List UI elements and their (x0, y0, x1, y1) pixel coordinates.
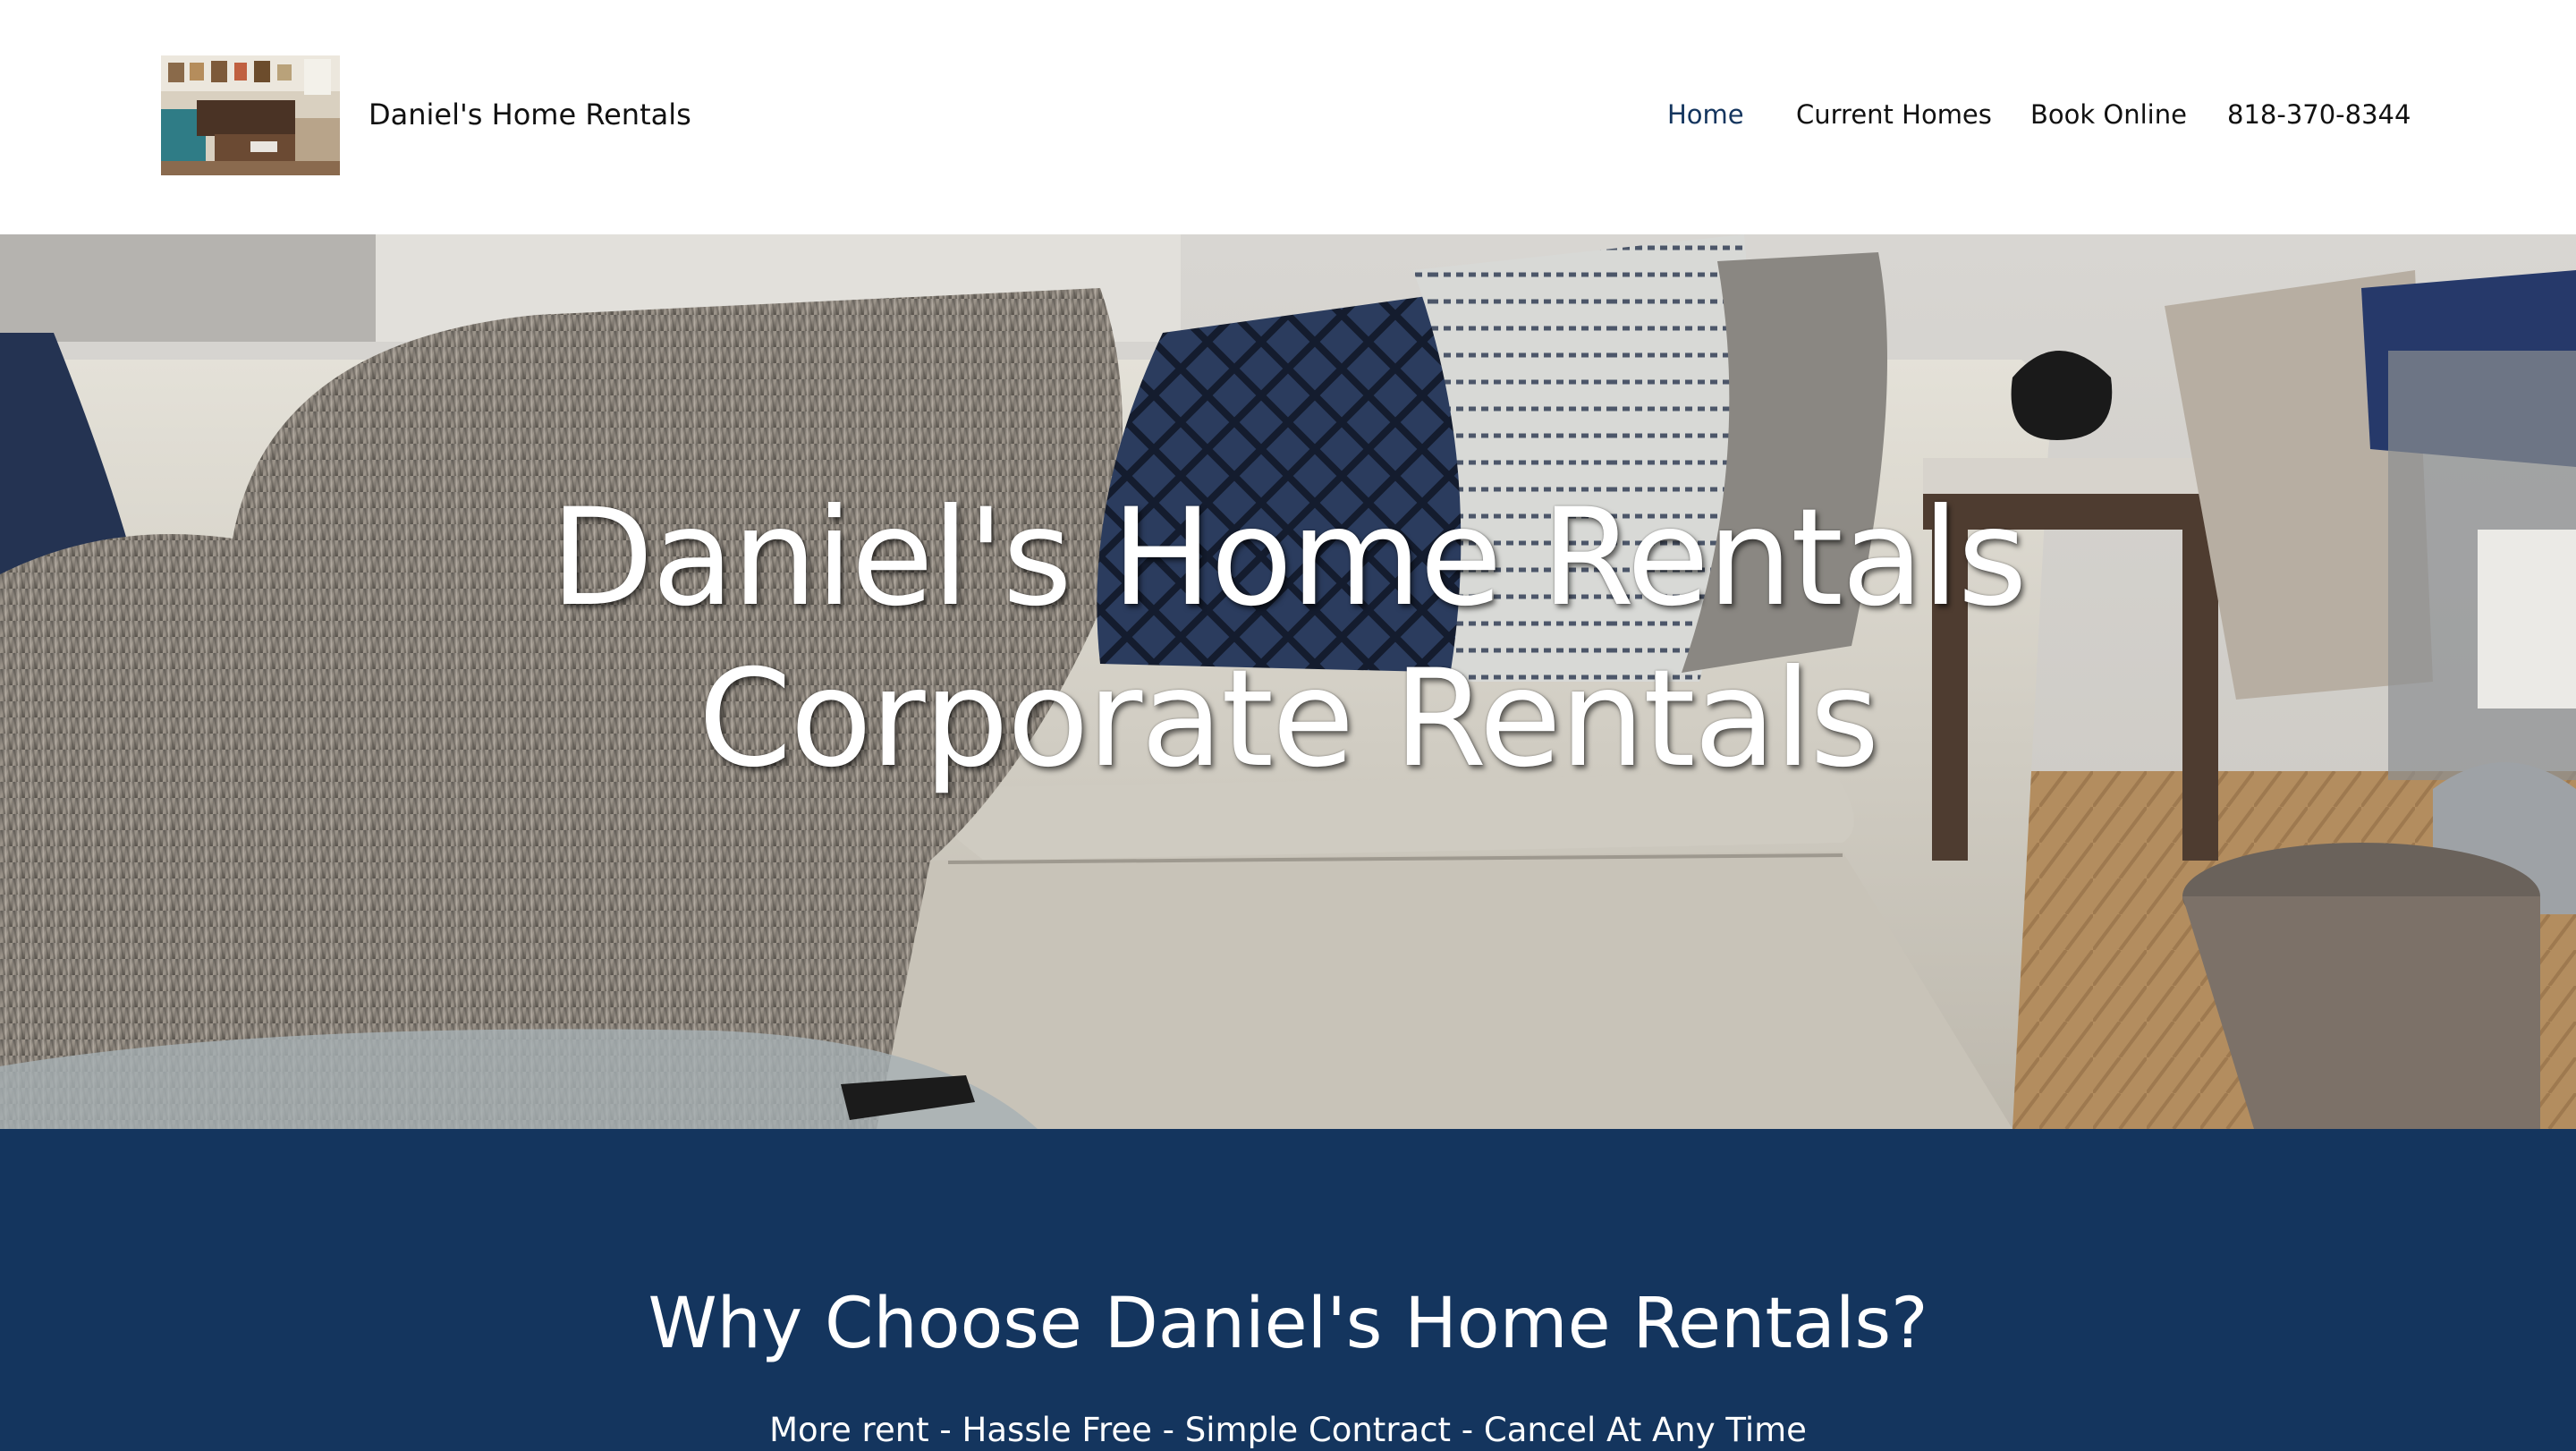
section-tagline: More rent - Hassle Free - Simple Contrac… (769, 1411, 1807, 1449)
nav-book-online[interactable]: Book Online (2030, 97, 2187, 132)
nav-current-homes[interactable]: Current Homes (1796, 97, 1992, 132)
site-header: Daniel's Home Rentals Home Current Homes… (0, 0, 2576, 234)
hero-banner: Daniel's Home Rentals Corporate Rentals (0, 234, 2576, 1129)
why-choose-section: Why Choose Daniel's Home Rentals? More r… (0, 1129, 2576, 1451)
section-heading: Why Choose Daniel's Home Rentals? (648, 1284, 1928, 1364)
hero-subtitle: Corporate Rentals (698, 641, 1880, 797)
main-nav: Home Current Homes Book Online 818-370-8… (0, 97, 2576, 132)
hero-title: Daniel's Home Rentals (550, 480, 2027, 636)
nav-home[interactable]: Home (1667, 97, 1744, 132)
nav-phone[interactable]: 818-370-8344 (2227, 97, 2411, 132)
